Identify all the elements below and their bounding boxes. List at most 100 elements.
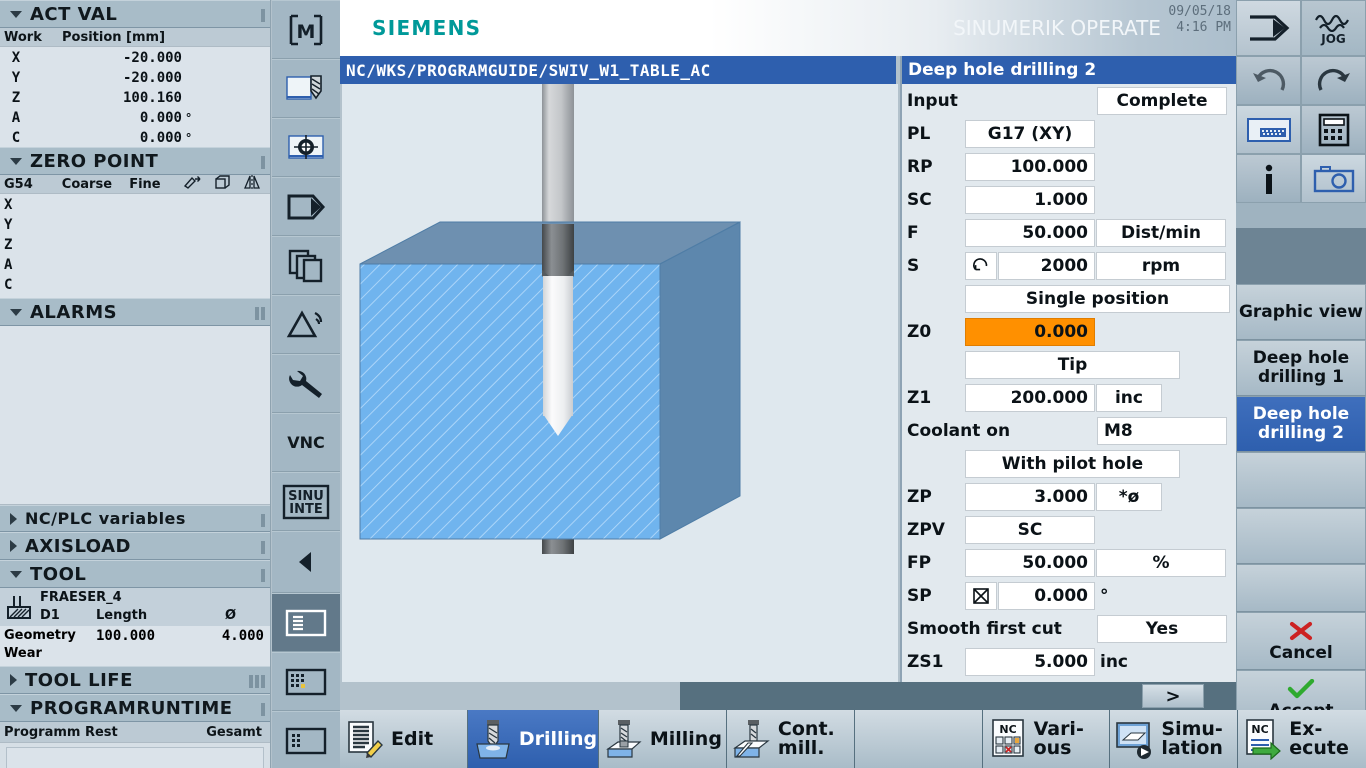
param-value-s[interactable]: 2000 bbox=[998, 251, 1095, 280]
softkey-graphic-view[interactable]: Graphic view bbox=[1236, 284, 1366, 340]
calculator-icon[interactable] bbox=[1301, 105, 1366, 154]
panel-header-zero-point[interactable]: ZERO POINT bbox=[0, 147, 270, 175]
param-value-fp[interactable]: 50.000 bbox=[965, 548, 1095, 577]
param-row-pl[interactable]: PL G17 (XY) bbox=[902, 117, 1236, 150]
param-value-pl[interactable]: G17 (XY) bbox=[965, 119, 1095, 148]
softkey-empty-4[interactable] bbox=[1236, 452, 1366, 508]
param-value-sc[interactable]: 1.000 bbox=[965, 185, 1095, 214]
param-value-f[interactable]: 50.000 bbox=[965, 218, 1095, 247]
param-value-input[interactable]: Complete bbox=[1097, 86, 1227, 115]
sp-crossed-box-icon[interactable] bbox=[965, 581, 997, 610]
softkey-deep-hole-drilling-2[interactable]: Deep hole drilling 2 bbox=[1236, 396, 1366, 452]
param-unit-f[interactable]: Dist/min bbox=[1096, 218, 1226, 247]
hkey-execute[interactable]: NC Ex- ecute bbox=[1238, 710, 1366, 768]
param-row-pilot-hole[interactable]: With pilot hole bbox=[902, 447, 1236, 480]
param-row-zp[interactable]: ZP 3.000 *ø bbox=[902, 480, 1236, 513]
info-icon[interactable] bbox=[1236, 154, 1301, 203]
param-unit-zp[interactable]: *ø bbox=[1096, 482, 1162, 511]
program-position-icon[interactable] bbox=[272, 118, 340, 177]
panel-header-nc-plc-variables[interactable]: NC/PLC variables bbox=[0, 505, 270, 532]
param-row-z0[interactable]: Z0 0.000 bbox=[902, 315, 1236, 348]
param-row-input[interactable]: Input Complete bbox=[902, 84, 1236, 117]
param-row-sp[interactable]: SP 0.000 ° bbox=[902, 579, 1236, 612]
param-row-f[interactable]: F 50.000 Dist/min bbox=[902, 216, 1236, 249]
program-manager-icon[interactable] bbox=[272, 177, 340, 236]
hkey-cont-mill[interactable]: Cont. mill. bbox=[726, 710, 855, 768]
panel-header-axisload[interactable]: AXISLOAD bbox=[0, 532, 270, 560]
param-label-z0: Z0 bbox=[907, 321, 932, 342]
param-unit-fp[interactable]: % bbox=[1096, 548, 1226, 577]
param-value-zp[interactable]: 3.000 bbox=[965, 482, 1095, 511]
param-row-reference-point[interactable]: Tip bbox=[902, 348, 1236, 381]
panel-header-tool[interactable]: TOOL bbox=[0, 560, 270, 588]
param-row-zpv[interactable]: ZPV SC bbox=[902, 513, 1236, 546]
wrench-setup-icon[interactable] bbox=[272, 354, 340, 413]
channel-status-icon[interactable] bbox=[1236, 0, 1301, 56]
param-row-position-mode[interactable]: Single position bbox=[902, 282, 1236, 315]
table-row: X -20.000 bbox=[0, 48, 270, 68]
cancel-button[interactable]: Cancel bbox=[1236, 612, 1366, 670]
param-value-z0[interactable]: 0.000 bbox=[965, 317, 1095, 346]
vnc-icon[interactable]: VNC bbox=[272, 413, 340, 472]
param-value-position-mode[interactable]: Single position bbox=[965, 284, 1230, 313]
redo-icon[interactable] bbox=[1301, 56, 1366, 105]
copy-pages-icon[interactable] bbox=[272, 236, 340, 295]
simulation-graphic-view[interactable] bbox=[342, 84, 898, 682]
param-value-z1[interactable]: 200.000 bbox=[965, 383, 1095, 412]
program-path-bar[interactable]: NC/WKS/PROGRAMGUIDE/SWIV_W1_TABLE_AC bbox=[340, 56, 896, 84]
alarm-icon[interactable] bbox=[272, 295, 340, 354]
jog-mode-button[interactable]: JOG bbox=[1301, 0, 1366, 56]
softkey-empty-6[interactable] bbox=[1236, 564, 1366, 612]
contour-mill-icon bbox=[731, 717, 773, 761]
param-row-z1[interactable]: Z1 200.000 inc bbox=[902, 381, 1236, 414]
sinumerik-integrate-icon[interactable]: SINU INTE bbox=[272, 472, 340, 531]
param-unit-zs1: inc bbox=[1100, 651, 1129, 672]
param-value-reference-point[interactable]: Tip bbox=[965, 350, 1180, 379]
check-icon bbox=[1287, 678, 1315, 703]
screen-list-icon[interactable] bbox=[272, 593, 340, 652]
panel-title-programruntime: PROGRAMRUNTIME bbox=[30, 697, 233, 719]
param-row-fp[interactable]: FP 50.000 % bbox=[902, 546, 1236, 579]
hkey-label-cont-mill: Cont. mill. bbox=[777, 718, 835, 759]
keyboard-icon[interactable] bbox=[1236, 105, 1301, 154]
panel-header-programruntime[interactable]: PROGRAMRUNTIME bbox=[0, 694, 270, 722]
hkey-milling[interactable]: Milling bbox=[598, 710, 727, 768]
param-row-coolant[interactable]: Coolant on M8 bbox=[902, 414, 1236, 447]
hkey-various[interactable]: NC Vari- ous bbox=[982, 710, 1111, 768]
softkey-deep-hole-drilling-1[interactable]: Deep hole drilling 1 bbox=[1236, 340, 1366, 396]
param-unit-z1[interactable]: inc bbox=[1096, 383, 1162, 412]
param-row-rp[interactable]: RP 100.000 bbox=[902, 150, 1236, 183]
panel-header-alarms[interactable]: ALARMS bbox=[0, 298, 270, 326]
keyboard-panel-icon[interactable] bbox=[272, 652, 340, 711]
table-row: C bbox=[0, 275, 270, 295]
param-value-zpv[interactable]: SC bbox=[965, 515, 1095, 544]
softkey-empty-5[interactable] bbox=[1236, 508, 1366, 564]
param-row-zs1[interactable]: ZS1 5.000 inc bbox=[902, 645, 1236, 678]
param-row-s[interactable]: S 2000 rpm bbox=[902, 249, 1236, 282]
back-arrow-icon[interactable] bbox=[272, 531, 340, 593]
spindle-direction-icon[interactable] bbox=[965, 251, 997, 280]
param-value-coolant[interactable]: M8 bbox=[1097, 416, 1227, 445]
program-tool-icon[interactable] bbox=[272, 59, 340, 118]
panel-header-act-val[interactable]: ACT VAL bbox=[0, 0, 270, 28]
forward-softkey-button[interactable]: > bbox=[1142, 684, 1204, 708]
hkey-drilling[interactable]: Drilling bbox=[467, 710, 599, 768]
hkey-simulation[interactable]: Simu- lation bbox=[1110, 710, 1239, 768]
param-value-pilot-hole[interactable]: With pilot hole bbox=[965, 449, 1180, 478]
camera-icon[interactable] bbox=[1301, 154, 1366, 203]
param-unit-s[interactable]: rpm bbox=[1096, 251, 1226, 280]
param-value-rp[interactable]: 100.000 bbox=[965, 152, 1095, 181]
panel-header-tool-life[interactable]: TOOL LIFE bbox=[0, 666, 270, 694]
param-value-smooth-first-cut[interactable]: Yes bbox=[1097, 614, 1227, 643]
param-row-sc[interactable]: SC 1.000 bbox=[902, 183, 1236, 216]
param-value-zs1[interactable]: 5.000 bbox=[965, 647, 1095, 676]
hkey-edit[interactable]: Edit bbox=[340, 710, 468, 768]
expand-triangle-icon bbox=[10, 540, 17, 552]
grid-panel-icon[interactable] bbox=[272, 711, 340, 768]
axis-name: Y bbox=[11, 70, 21, 86]
hkey-empty[interactable] bbox=[854, 710, 983, 768]
param-value-sp[interactable]: 0.000 bbox=[998, 581, 1095, 610]
param-row-smooth-first-cut[interactable]: Smooth first cut Yes bbox=[902, 612, 1236, 645]
undo-icon[interactable] bbox=[1236, 56, 1301, 105]
machine-icon[interactable]: M bbox=[272, 0, 340, 59]
